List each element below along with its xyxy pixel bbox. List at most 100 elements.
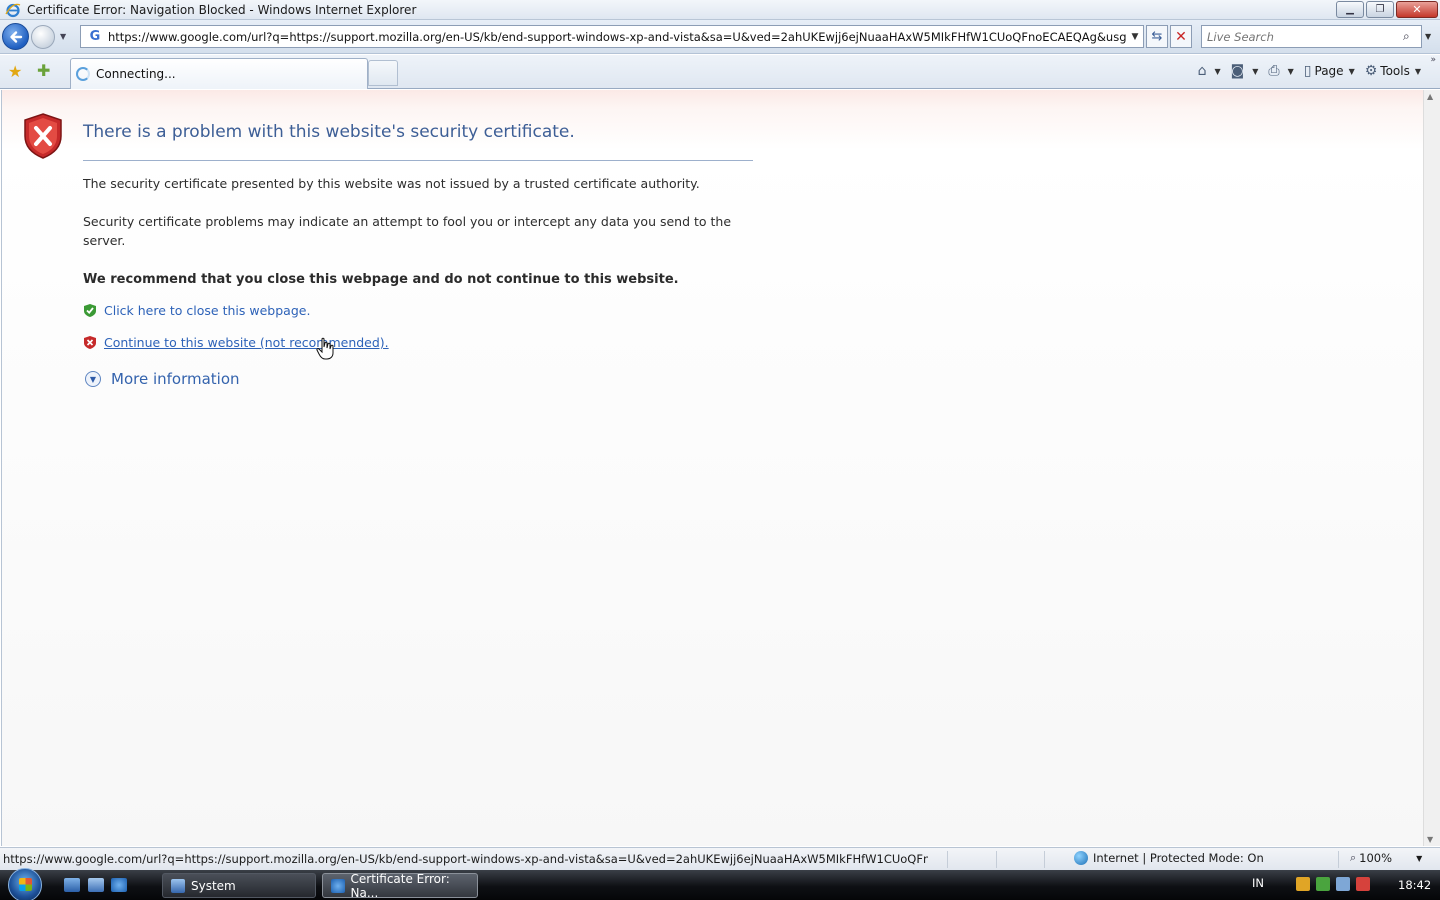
expand-chevron-icon: ▼ bbox=[85, 371, 101, 387]
status-divider bbox=[996, 851, 997, 868]
security-zone[interactable]: Internet | Protected Mode: On bbox=[1074, 851, 1264, 865]
print-button[interactable]: ⎙ ▼ bbox=[1265, 60, 1296, 82]
more-information-label: More information bbox=[111, 370, 240, 388]
zoom-control[interactable]: ⌕ 100% ▼ bbox=[1350, 851, 1422, 865]
search-icon[interactable]: ⌕ bbox=[1403, 29, 1421, 44]
page-title: There is a problem with this website's s… bbox=[83, 122, 575, 142]
window-title: Certificate Error: Navigation Blocked - … bbox=[27, 2, 417, 17]
certificate-issue-text: The security certificate presented by th… bbox=[83, 176, 700, 191]
restore-icon: ❐ bbox=[1375, 3, 1385, 15]
chevron-down-icon: ▼ bbox=[1348, 66, 1355, 76]
google-favicon-icon: G bbox=[89, 28, 101, 44]
language-indicator[interactable]: IN bbox=[1252, 876, 1264, 890]
tab-row: ★ ✚ Connecting... ⌂ ▼ ◙ ▼ ⎙ ▼ ▯ Page ▼ ⚙ Tools… bbox=[0, 55, 1440, 89]
scroll-up-icon[interactable]: ▲ bbox=[1427, 92, 1433, 101]
printer-icon: ⎙ bbox=[1268, 63, 1280, 79]
gear-icon: ⚙ bbox=[1364, 63, 1378, 79]
rss-feed-icon: ◙ bbox=[1230, 63, 1245, 79]
page-icon: ▯ bbox=[1303, 63, 1312, 79]
continue-website-link[interactable]: Continue to this website (not recommende… bbox=[104, 335, 389, 350]
search-options-dropdown-icon[interactable]: ▼ bbox=[1425, 32, 1431, 41]
navigation-bar: ▼ G https://www.google.com/url?q=https:/… bbox=[0, 20, 1440, 54]
address-url[interactable]: https://www.google.com/url?q=https://sup… bbox=[108, 30, 1127, 44]
vertical-scrollbar[interactable]: ▲ ▼ bbox=[1423, 90, 1440, 846]
taskbar-item-label: Certificate Error: Na... bbox=[350, 871, 450, 900]
show-desktop-icon[interactable] bbox=[64, 878, 80, 892]
warning-text: Security certificate problems may indica… bbox=[83, 214, 732, 248]
chevron-down-icon[interactable]: ▼ bbox=[1252, 67, 1258, 76]
security-zone-label: Internet | Protected Mode: On bbox=[1093, 851, 1264, 865]
address-bar[interactable]: G https://www.google.com/url?q=https://s… bbox=[80, 25, 1144, 48]
restore-button[interactable]: ❐ bbox=[1366, 1, 1394, 18]
ie-logo-icon bbox=[331, 878, 345, 893]
tab-connecting[interactable]: Connecting... bbox=[70, 58, 368, 89]
status-divider bbox=[947, 851, 948, 868]
status-divider bbox=[1044, 851, 1045, 868]
refresh-icon: ⇆ bbox=[1151, 29, 1163, 44]
internet-globe-icon bbox=[1074, 851, 1088, 865]
command-bar: ⌂ ▼ ◙ ▼ ⎙ ▼ ▯ Page ▼ ⚙ Tools ▼ bbox=[1195, 60, 1424, 82]
volume-muted-icon[interactable] bbox=[1356, 877, 1370, 891]
certificate-error-page: There is a problem with this website's s… bbox=[1, 90, 1423, 846]
search-box[interactable]: ⌕ bbox=[1201, 25, 1422, 48]
security-alert-icon[interactable] bbox=[1296, 877, 1310, 891]
history-dropdown-icon[interactable]: ▼ bbox=[60, 32, 66, 41]
tab-label: Connecting... bbox=[96, 67, 176, 81]
start-orb-button[interactable] bbox=[8, 868, 42, 900]
system-tray bbox=[1296, 877, 1370, 891]
clock[interactable]: 18:42 bbox=[1398, 878, 1431, 892]
security-shield-error-icon bbox=[24, 113, 62, 159]
chevron-down-icon: ▼ bbox=[1414, 66, 1421, 76]
minimize-button[interactable]: ▁ bbox=[1336, 1, 1364, 18]
more-information-toggle[interactable]: ▼ More information bbox=[85, 370, 240, 388]
home-button[interactable]: ⌂ ▼ bbox=[1195, 60, 1224, 82]
ie-quicklaunch-icon[interactable] bbox=[111, 878, 127, 892]
more-commands-chevron-icon[interactable]: » bbox=[1430, 55, 1436, 65]
window-controls: ▁ ❐ ✕ bbox=[1336, 1, 1438, 18]
red-x-shield-icon bbox=[84, 336, 96, 349]
taskbar-item-certificate-error[interactable]: Certificate Error: Na... bbox=[322, 871, 478, 900]
back-arrow-icon bbox=[9, 30, 22, 43]
windows-defender-icon[interactable] bbox=[1316, 877, 1330, 891]
scroll-down-icon[interactable]: ▼ bbox=[1427, 835, 1433, 844]
forward-button[interactable] bbox=[31, 25, 55, 49]
status-bar: https://www.google.com/url?q=https://sup… bbox=[0, 847, 1440, 870]
add-favorite-icon[interactable]: ✚ bbox=[37, 61, 50, 80]
network-icon[interactable] bbox=[1336, 877, 1350, 891]
refresh-button[interactable]: ⇆ bbox=[1146, 25, 1168, 48]
stop-icon: ✕ bbox=[1175, 28, 1187, 45]
status-divider bbox=[1338, 851, 1339, 868]
zoom-magnifier-icon: ⌕ bbox=[1350, 851, 1357, 864]
hand-pointer-cursor-icon bbox=[316, 337, 334, 360]
chevron-down-icon[interactable]: ▼ bbox=[1215, 67, 1221, 76]
green-check-shield-icon bbox=[84, 304, 96, 317]
favorites-center-icon[interactable]: ★ bbox=[8, 62, 22, 81]
windows-taskbar: System Certificate Error: Na... IN 18:42 bbox=[0, 868, 1440, 900]
search-input[interactable] bbox=[1202, 29, 1403, 44]
recommendation-text: We recommend that you close this webpage… bbox=[83, 272, 679, 287]
zoom-dropdown-icon[interactable]: ▼ bbox=[1416, 854, 1422, 863]
page-menu-label: Page bbox=[1314, 64, 1344, 78]
page-menu-button[interactable]: ▯ Page ▼ bbox=[1301, 60, 1358, 82]
title-bar: Certificate Error: Navigation Blocked - … bbox=[0, 0, 1440, 20]
new-tab-button[interactable] bbox=[368, 60, 398, 86]
continue-website-option[interactable]: Continue to this website (not recommende… bbox=[83, 335, 389, 350]
back-button[interactable] bbox=[2, 23, 29, 50]
close-icon: ✕ bbox=[1412, 3, 1422, 16]
tools-menu-button[interactable]: ⚙ Tools ▼ bbox=[1362, 60, 1424, 82]
zoom-level: 100% bbox=[1359, 851, 1393, 865]
minimize-icon: ▁ bbox=[1346, 3, 1354, 15]
switch-windows-icon[interactable] bbox=[88, 878, 104, 892]
taskbar-item-system[interactable]: System bbox=[162, 873, 316, 898]
chevron-down-icon[interactable]: ▼ bbox=[1288, 67, 1294, 76]
address-dropdown-icon[interactable]: ▼ bbox=[1127, 32, 1143, 42]
system-icon bbox=[171, 878, 185, 893]
status-link-url: https://www.google.com/url?q=https://sup… bbox=[3, 852, 928, 866]
loading-spinner-icon bbox=[76, 67, 90, 81]
close-webpage-link[interactable]: Click here to close this webpage. bbox=[104, 303, 310, 318]
stop-button[interactable]: ✕ bbox=[1170, 25, 1192, 48]
close-window-button[interactable]: ✕ bbox=[1396, 1, 1438, 18]
ie-logo-icon bbox=[5, 3, 21, 17]
close-webpage-option[interactable]: Click here to close this webpage. bbox=[83, 303, 310, 318]
feeds-button[interactable]: ◙ ▼ bbox=[1228, 60, 1262, 82]
